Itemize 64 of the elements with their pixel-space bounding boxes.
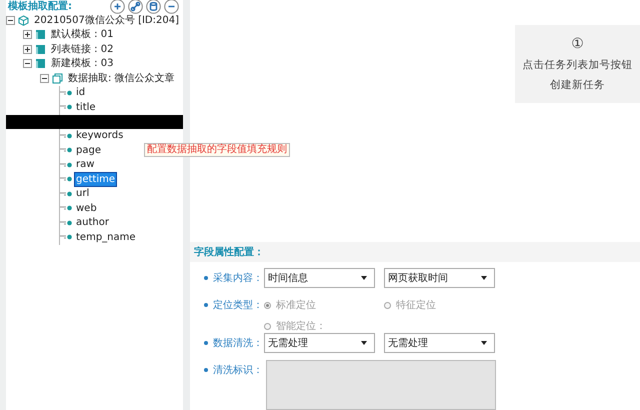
radio-label: 特征定位 bbox=[396, 298, 436, 312]
remove-icon[interactable] bbox=[164, 0, 179, 14]
dropdown[interactable]: 时间信息 bbox=[264, 268, 375, 288]
table-icon bbox=[35, 44, 46, 55]
collapse-icon[interactable] bbox=[40, 74, 49, 83]
field-item[interactable]: id bbox=[75, 86, 86, 100]
section-title: 字段属性配置： bbox=[194, 245, 264, 260]
field-item[interactable]: temp_name bbox=[75, 230, 137, 244]
leaf-dot-icon bbox=[60, 234, 72, 240]
leaf-dot-icon bbox=[60, 176, 72, 182]
database-icon[interactable] bbox=[146, 0, 161, 14]
add-icon[interactable] bbox=[110, 0, 125, 14]
field-label: 定位类型： bbox=[213, 298, 263, 312]
leaf-dot-icon bbox=[60, 190, 72, 197]
link-icon[interactable] bbox=[128, 0, 143, 14]
field-label: 采集内容： bbox=[213, 272, 263, 285]
leaf-dot-icon bbox=[60, 205, 72, 212]
bullet-icon bbox=[204, 303, 208, 307]
hint-text: 点击任务列表加号按钮 bbox=[522, 58, 632, 72]
field-item[interactable]: web bbox=[75, 202, 98, 215]
leaf-dot-icon bbox=[60, 132, 72, 139]
tree-node[interactable]: 列表链接 : 02 bbox=[50, 42, 114, 56]
bullet-icon bbox=[204, 368, 208, 372]
tree-node[interactable]: 数据抽取: 微信公众文章 bbox=[67, 72, 176, 85]
tree-node[interactable]: 新建模板 : 03 bbox=[50, 57, 114, 70]
table-icon bbox=[35, 29, 46, 40]
step-number: ① bbox=[571, 36, 584, 52]
field-item[interactable]: url bbox=[75, 187, 90, 200]
caret-icon bbox=[481, 276, 487, 280]
dropdown[interactable]: 网页获取时间 bbox=[384, 268, 495, 288]
leaf-dot-icon bbox=[60, 162, 72, 168]
field-item[interactable]: author bbox=[75, 216, 110, 230]
collapse-icon[interactable] bbox=[23, 59, 32, 68]
caret-icon bbox=[481, 341, 487, 345]
table-icon bbox=[35, 58, 46, 70]
caret-icon bbox=[361, 276, 367, 280]
field-item[interactable]: gettime bbox=[75, 172, 116, 186]
collapse-icon[interactable] bbox=[6, 16, 15, 25]
caret-icon bbox=[361, 341, 367, 345]
tree-node[interactable]: 20210507微信公众号 [ID:204] bbox=[33, 14, 180, 27]
dropdown[interactable]: 无需处理 bbox=[384, 333, 495, 353]
field-item[interactable]: keywords bbox=[75, 129, 124, 142]
leaf-dot-icon bbox=[60, 220, 72, 226]
cube-icon bbox=[18, 14, 29, 26]
leaf-dot-icon bbox=[60, 104, 72, 110]
field-item[interactable]: raw bbox=[75, 158, 96, 172]
field-item[interactable]: title bbox=[75, 100, 97, 114]
tree-node[interactable]: 默认模板 : 01 bbox=[50, 28, 114, 42]
expand-icon[interactable] bbox=[23, 44, 32, 54]
tooltip: 配置数据抽取的字段值填充规则 bbox=[144, 143, 290, 157]
bullet-icon bbox=[204, 341, 208, 345]
field-item[interactable]: page bbox=[75, 144, 102, 157]
field-label: 数据清洗： bbox=[213, 336, 263, 350]
window-icon bbox=[52, 72, 63, 84]
panel-title: 模板抽取配置: bbox=[8, 0, 72, 13]
field-label: 清洗标识： bbox=[213, 364, 263, 377]
hint-text: 创建新任务 bbox=[550, 78, 605, 92]
bullet-icon bbox=[204, 276, 208, 280]
radio-label: 标准定位 bbox=[276, 298, 316, 312]
leaf-dot-icon bbox=[60, 147, 72, 154]
leaf-dot-icon bbox=[60, 90, 72, 96]
dropdown[interactable]: 无需处理 bbox=[264, 333, 375, 353]
expand-icon[interactable] bbox=[23, 30, 32, 40]
radio-label: 智能定位： bbox=[276, 320, 326, 333]
